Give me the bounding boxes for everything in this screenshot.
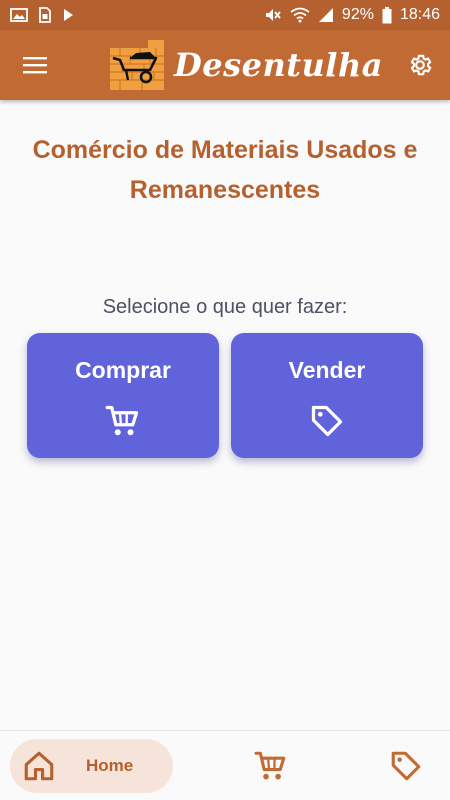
menu-button[interactable]	[18, 51, 52, 79]
gear-icon	[410, 54, 432, 76]
buy-button[interactable]: Comprar	[27, 333, 219, 458]
brand: Desentulha	[110, 40, 383, 90]
battery-percent: 92%	[341, 6, 374, 23]
nav-cart-icon[interactable]	[254, 749, 288, 783]
brand-name: Desentulha	[174, 46, 383, 84]
nav-home[interactable]: Home	[10, 739, 173, 793]
status-bar: 92% 18:46	[0, 0, 450, 30]
settings-button[interactable]	[404, 49, 436, 81]
action-prompt: Selecione o que quer fazer:	[102, 296, 348, 318]
image-icon	[10, 7, 28, 23]
cart-icon	[105, 405, 139, 436]
sim-icon	[38, 7, 52, 23]
hamburger-menu-icon	[23, 57, 47, 74]
app-bar: Desentulha	[0, 30, 450, 100]
nav-home-label: Home	[86, 756, 134, 775]
page-title: Comércio de Materiais Usados e Remanesce…	[32, 136, 418, 204]
buy-label: Comprar	[75, 357, 171, 383]
clock: 18:46	[399, 6, 440, 23]
sell-label: Vender	[288, 357, 366, 383]
wheelbarrow-brick-logo	[110, 40, 164, 90]
battery-icon	[382, 6, 392, 24]
sell-button[interactable]: Vender	[231, 333, 423, 458]
tag-icon	[311, 405, 343, 437]
home-icon	[24, 751, 54, 781]
play-icon	[62, 8, 74, 22]
main-content: Comércio de Materiais Usados e Remanesce…	[0, 100, 450, 730]
mute-icon	[264, 7, 282, 23]
wifi-icon	[290, 7, 310, 23]
nav-tag-icon[interactable]	[389, 749, 423, 783]
bottom-nav: Home	[0, 730, 450, 800]
signal-icon	[318, 7, 334, 23]
